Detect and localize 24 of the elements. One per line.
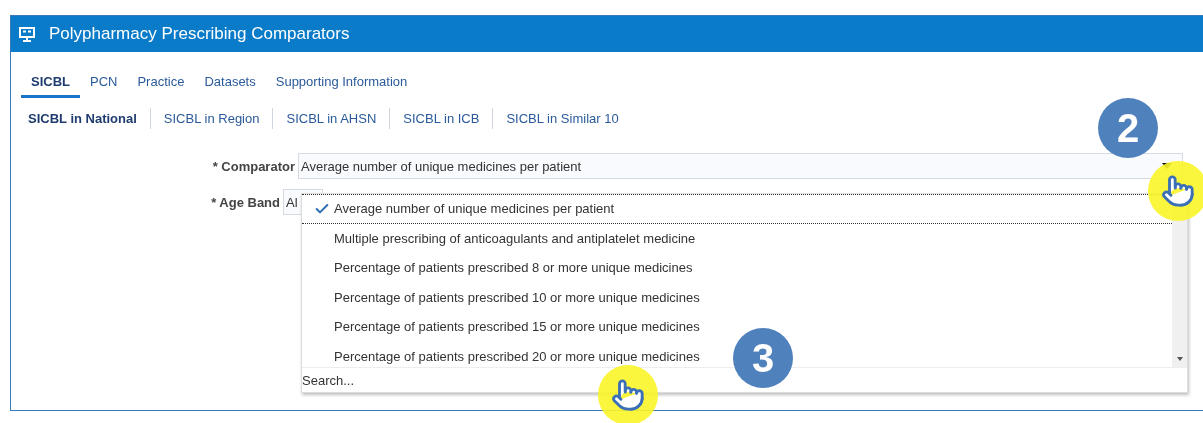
- field-label: * Age Band: [210, 194, 281, 210]
- window-title: Polypharmacy Prescribing Comparators: [49, 24, 350, 44]
- caret-icon: [1176, 357, 1183, 361]
- hand-pointer-icon: [1161, 174, 1195, 208]
- sub-tab[interactable]: SICBL in AHSN: [272, 108, 390, 129]
- tab[interactable]: SICBL: [21, 74, 80, 98]
- dropdown-option[interactable]: Percentage of patients prescribed 8 or more unique medicines: [302, 253, 695, 283]
- sub-tab[interactable]: SICBL in National: [15, 108, 150, 129]
- tab[interactable]: Datasets: [194, 74, 266, 98]
- hand-pointer-icon: [611, 378, 645, 412]
- monitor-icon: [19, 26, 35, 42]
- field-label: * Comparator: [211, 158, 296, 174]
- dropdown-option[interactable]: Percentage of patients prescribed 10 or more unique medicines: [302, 282, 702, 312]
- sub-tab[interactable]: SICBL in Similar 10: [492, 108, 632, 129]
- sub-tab[interactable]: SICBL in Region: [149, 108, 273, 129]
- dropdown-option[interactable]: Percentage of patients prescribed 15 or more unique medicines: [302, 312, 702, 342]
- select-field[interactable]: Average number of unique medicines per patient: [298, 153, 1183, 179]
- tab[interactable]: Practice: [127, 74, 195, 98]
- step-number-badge: 2: [1098, 98, 1158, 158]
- tab[interactable]: PCN: [80, 74, 128, 98]
- tab[interactable]: Supporting Information: [265, 74, 418, 98]
- sub-tab[interactable]: SICBL in ICB: [389, 108, 493, 129]
- dropdown-option[interactable]: Multiple prescribing of anticoagulants and antiplatelet medicine: [302, 223, 698, 253]
- dropdown-option[interactable]: Percentage of patients prescribed 20 or more unique medicines: [302, 341, 702, 367]
